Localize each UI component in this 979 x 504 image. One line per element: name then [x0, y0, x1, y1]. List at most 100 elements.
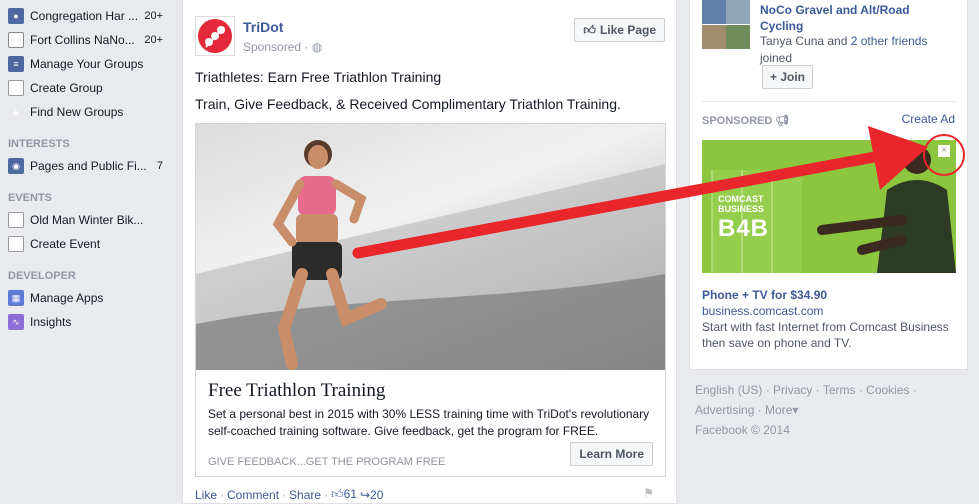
separator-dot: · [282, 487, 287, 502]
close-ad-icon[interactable]: × [938, 145, 950, 157]
thumbs-up-icon: 👍︎ [331, 487, 344, 501]
friend-name[interactable]: Tanya Cuna and [760, 34, 847, 48]
nav-item-create-group[interactable]: + Create Group [0, 76, 175, 100]
footer-link-privacy[interactable]: Privacy [773, 383, 812, 397]
like-link[interactable]: Like [195, 488, 217, 502]
nav-item-group-fort-collins[interactable]: ▯ Fort Collins NaNo... 20+ [0, 28, 175, 52]
nav-item-label: Manage Apps [30, 291, 104, 305]
footer-link-more[interactable]: More [765, 403, 792, 417]
runner-illustration [196, 140, 665, 370]
create-ad-link[interactable]: Create Ad [902, 112, 955, 126]
insights-icon: ∿ [8, 314, 24, 330]
nav-item-find-groups[interactable]: ▲ Find New Groups [0, 100, 175, 124]
left-nav: ● Congregation Har ... 20+ ▯ Fort Collin… [0, 0, 175, 504]
megaphone-icon: 📢︎ [775, 115, 790, 127]
comcast-ad-image[interactable]: COMCAST BUSINESS B4B × [702, 140, 956, 273]
nav-item-insights[interactable]: ∿ Insights [0, 310, 175, 334]
footer-link-advertising[interactable]: Advertising [695, 403, 754, 417]
footer-link-cookies[interactable]: Cookies [866, 383, 909, 397]
group-icon: ● [8, 8, 24, 24]
group-thumbnails[interactable] [702, 0, 750, 50]
flag-icon[interactable]: ⚑ [643, 486, 654, 500]
side-ad-description: Start with fast Internet from Comcast Bu… [702, 320, 949, 350]
sponsored-post: TriDot Sponsored · ◍ 👍︎ Like Page Triath… [182, 0, 677, 504]
right-box: NoCo Gravel and Alt/Road Cycling Tanya C… [689, 0, 968, 370]
nav-item-pages-feeds[interactable]: ◉ Pages and Public Fi... 7 [0, 154, 175, 178]
likes-count: 61 [343, 487, 357, 501]
post-body: Train, Give Feedback, & Received Complim… [195, 96, 621, 112]
nav-item-event-old-man-winter[interactable]: 8 Old Man Winter Bik... [0, 208, 175, 232]
manage-groups-icon: ≡ [8, 56, 24, 72]
plus-icon: + [8, 80, 24, 96]
page-avatar[interactable] [195, 16, 235, 56]
member-photo [726, 25, 750, 49]
copyright: Facebook © 2014 [695, 423, 790, 437]
nav-item-manage-groups[interactable]: ≡ Manage Your Groups [0, 52, 175, 76]
book-icon: ▯ [8, 32, 24, 48]
shares-count-link[interactable]: ↪20 [360, 488, 383, 502]
friends-joined-line: Tanya Cuna and 2 other friends [760, 34, 927, 48]
divider [702, 101, 957, 102]
sponsored-label: Sponsored · ◍ [243, 40, 322, 54]
join-group-button[interactable]: + Join [762, 65, 814, 89]
post-actions: Like · Comment · Share · 👍︎61 ↪20 [195, 487, 383, 502]
footer-link-language[interactable]: English (US) [695, 383, 762, 397]
calendar-icon: 8 [8, 212, 24, 228]
brand-line2: BUSINESS [718, 204, 765, 214]
nav-item-count: 20+ [144, 10, 163, 22]
ad-caption: GIVE FEEDBACK...GET THE PROGRAM FREE [208, 456, 446, 468]
ad-image-runner[interactable] [196, 124, 665, 370]
share-arrow-icon: ↪ [359, 487, 371, 502]
b4b-logo: B4B [718, 215, 770, 242]
events-heading: EVENTS [8, 192, 53, 204]
footer-links: English (US) · Privacy · Terms · Cookies… [695, 383, 917, 437]
separator-dot: · [324, 487, 329, 502]
member-photo [702, 0, 726, 24]
rss-feed-icon: ◉ [8, 158, 24, 174]
ad-link-card[interactable]: Free Triathlon Training Set a personal b… [195, 123, 666, 477]
post-headline: Triathletes: Earn Free Triathlon Trainin… [195, 69, 442, 85]
like-page-button[interactable]: 👍︎ Like Page [574, 18, 665, 42]
tridot-logo-icon [198, 19, 232, 53]
other-friends-link[interactable]: 2 other friends [851, 34, 928, 48]
separator-dot: · [220, 487, 225, 502]
nav-item-group-congregation[interactable]: ● Congregation Har ... 20+ [0, 4, 175, 28]
ad-description: Set a personal best in 2015 with 30% LES… [208, 407, 650, 438]
share-link[interactable]: Share [289, 488, 321, 502]
likes-count-link[interactable]: 👍︎61 [331, 487, 357, 502]
ad-title[interactable]: Free Triathlon Training [208, 380, 385, 402]
sponsored-heading-text: SPONSORED [702, 115, 773, 127]
like-page-label: Like Page [599, 23, 656, 37]
brand-line1: COMCAST [718, 194, 764, 204]
joined-text: joined [760, 51, 793, 65]
sponsored-text: Sponsored [243, 40, 302, 54]
nav-item-label: Insights [30, 315, 72, 329]
thumbs-up-icon: 👍︎ [583, 22, 596, 37]
nav-item-label: Manage Your Groups [30, 57, 144, 71]
apps-icon: ▦ [8, 290, 24, 306]
nav-item-label: Create Event [30, 237, 101, 251]
nav-item-label: Create Group [30, 81, 103, 95]
interests-heading: INTERESTS [8, 138, 70, 150]
member-photo [702, 25, 726, 49]
post-header: TriDot Sponsored · ◍ 👍︎ Like Page [195, 16, 665, 56]
plus-icon: + [8, 236, 24, 252]
nav-item-manage-apps[interactable]: ▦ Manage Apps [0, 286, 175, 310]
group-name-link[interactable]: NoCo Gravel and Alt/Road Cycling [760, 2, 950, 34]
member-photo [726, 0, 750, 24]
learn-more-button[interactable]: Learn More [570, 442, 653, 466]
nav-item-label: Congregation Har ... [30, 9, 139, 23]
page-name-link[interactable]: TriDot [243, 19, 283, 35]
side-ad-url[interactable]: business.comcast.com [702, 304, 823, 318]
nav-item-label: Fort Collins NaNo... [30, 33, 135, 47]
side-ad-title[interactable]: Phone + TV for $34.90 [702, 288, 827, 302]
footer-link-terms[interactable]: Terms [823, 383, 856, 397]
developer-heading: DEVELOPER [8, 270, 76, 282]
nav-item-label: Find New Groups [30, 105, 124, 119]
nav-item-label: Pages and Public Fi... [30, 159, 147, 173]
nav-item-create-event[interactable]: + Create Event [0, 232, 175, 256]
comment-link[interactable]: Comment [227, 488, 279, 502]
nav-item-count: 20+ [144, 34, 163, 46]
sponsored-heading: SPONSORED 📢︎ [702, 114, 789, 127]
comcast-business-brand: COMCAST BUSINESS [718, 194, 764, 214]
